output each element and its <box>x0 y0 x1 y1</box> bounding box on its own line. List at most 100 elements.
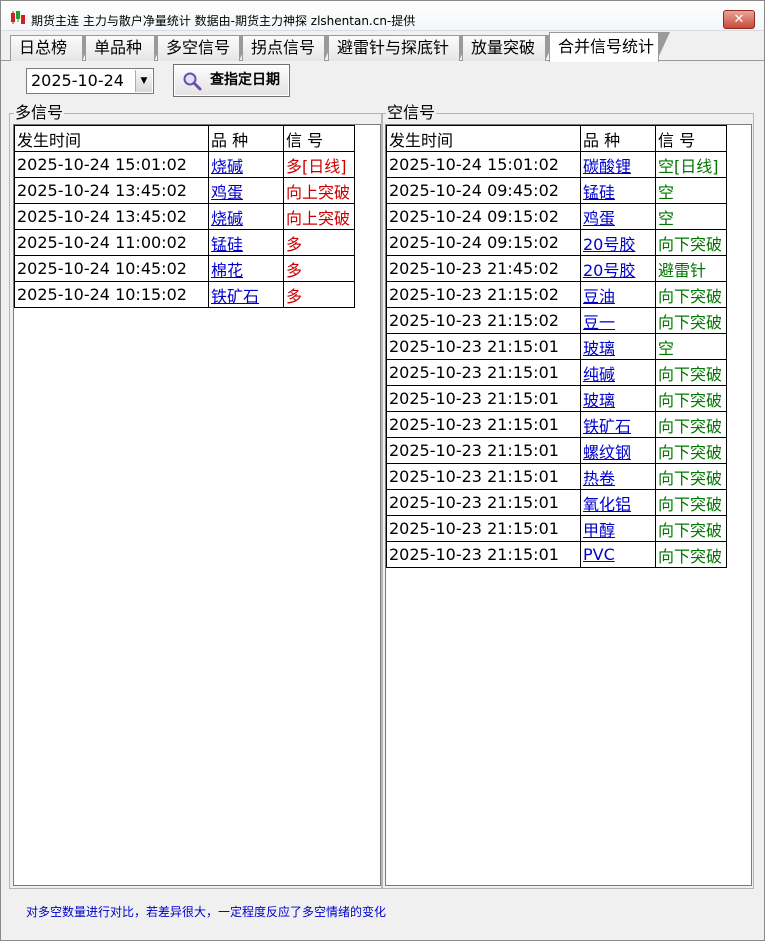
table-row[interactable]: 2025-10-24 11:00:02 锰硅 多 <box>14 229 355 256</box>
table-row[interactable]: 2025-10-24 10:45:02 棉花 多 <box>14 255 355 282</box>
cell-time: 2025-10-23 21:45:02 <box>386 255 581 282</box>
table-header-row: 发生时间 品 种 信 号 <box>14 125 355 152</box>
cell-product: 鸡蛋 <box>208 177 284 204</box>
table-row[interactable]: 2025-10-24 13:45:02 鸡蛋 向上突破 <box>14 177 355 204</box>
cell-time: 2025-10-23 21:15:02 <box>386 307 581 334</box>
product-link[interactable]: 豆一 <box>583 313 615 332</box>
cell-product: 锰硅 <box>208 229 284 256</box>
table-row[interactable]: 2025-10-24 15:01:02 碳酸锂 空[日线] <box>386 151 727 178</box>
table-row[interactable]: 2025-10-23 21:15:01 铁矿石 向下突破 <box>386 411 727 438</box>
cell-product: 纯碱 <box>580 359 656 386</box>
cell-time: 2025-10-24 09:15:02 <box>386 203 581 230</box>
long-signal-grid[interactable]: 发生时间 品 种 信 号 2025-10-24 15:01:02 烧碱 多[日线] 2… <box>13 124 381 886</box>
product-link[interactable]: 玻璃 <box>583 391 615 410</box>
window-title: 期货主连 主力与散户净量统计 数据由-期货主力神探 zlshentan.cn-提… <box>31 14 416 28</box>
table-row[interactable]: 2025-10-23 21:15:01 甲醇 向下突破 <box>386 515 727 542</box>
tab-label: 拐点信号 <box>251 38 316 57</box>
table-row[interactable]: 2025-10-24 15:01:02 烧碱 多[日线] <box>14 151 355 178</box>
tab-combined-signal-stats[interactable]: 合并信号统计 <box>549 32 670 62</box>
product-link[interactable]: 锰硅 <box>211 235 243 254</box>
cell-signal: 多 <box>283 229 355 256</box>
date-picker[interactable]: 2025-10-24 ▼ <box>26 68 154 94</box>
table-row[interactable]: 2025-10-23 21:15:01 热卷 向下突破 <box>386 463 727 490</box>
product-link[interactable]: 棉花 <box>211 261 243 280</box>
cell-product: 烧碱 <box>208 151 284 178</box>
cell-signal: 空[日线] <box>655 151 727 178</box>
product-link[interactable]: 烧碱 <box>211 209 243 228</box>
header-time: 发生时间 <box>386 125 581 152</box>
cell-signal: 向下突破 <box>655 281 727 308</box>
cell-signal: 向下突破 <box>655 359 727 386</box>
cell-time: 2025-10-24 10:15:02 <box>14 281 209 308</box>
cell-time: 2025-10-23 21:15:01 <box>386 359 581 386</box>
table-row[interactable]: 2025-10-23 21:15:01 玻璃 向下突破 <box>386 385 727 412</box>
cell-time: 2025-10-23 21:15:01 <box>386 437 581 464</box>
cell-time: 2025-10-24 09:45:02 <box>386 177 581 204</box>
long-signal-panel: 多信号 发生时间 品 种 信 号 2025-10-24 15:01:02 烧碱 多[… <box>9 104 383 889</box>
cell-signal: 向下突破 <box>655 515 727 542</box>
table-header-row: 发生时间 品 种 信 号 <box>386 125 727 152</box>
table-row[interactable]: 2025-10-24 10:15:02 铁矿石 多 <box>14 281 355 308</box>
table-row[interactable]: 2025-10-23 21:45:02 20号胶 避雷针 <box>386 255 727 282</box>
cell-time: 2025-10-24 13:45:02 <box>14 203 209 230</box>
date-value: 2025-10-24 <box>31 71 124 90</box>
product-link[interactable]: 20号胶 <box>583 235 635 254</box>
tab-label: 避雷针与探底针 <box>337 38 450 57</box>
table-row[interactable]: 2025-10-24 09:15:02 鸡蛋 空 <box>386 203 727 230</box>
header-signal: 信 号 <box>655 125 727 152</box>
cell-signal: 空 <box>655 333 727 360</box>
product-link[interactable]: PVC <box>583 545 615 564</box>
product-link[interactable]: 氧化铝 <box>583 495 631 514</box>
cell-signal: 空 <box>655 177 727 204</box>
cell-product: 碳酸锂 <box>580 151 656 178</box>
table-row[interactable]: 2025-10-24 09:45:02 锰硅 空 <box>386 177 727 204</box>
product-link[interactable]: 玻璃 <box>583 339 615 358</box>
cell-signal: 向下突破 <box>655 307 727 334</box>
cell-time: 2025-10-23 21:15:01 <box>386 515 581 542</box>
header-time: 发生时间 <box>14 125 209 152</box>
table-row[interactable]: 2025-10-24 13:45:02 烧碱 向上突破 <box>14 203 355 230</box>
tab-long-short-signal[interactable]: 多空信号 <box>157 35 251 61</box>
app-icon <box>11 11 25 24</box>
product-link[interactable]: 甲醇 <box>583 521 615 540</box>
product-link[interactable]: 鸡蛋 <box>583 209 615 228</box>
cell-time: 2025-10-24 15:01:02 <box>386 151 581 178</box>
tab-single-product[interactable]: 单品种 <box>85 35 166 61</box>
product-link[interactable]: 烧碱 <box>211 157 243 176</box>
footer-note: 对多空数量进行对比，若差异很大，一定程度反应了多空情绪的变化 <box>26 905 387 919</box>
cell-time: 2025-10-23 21:15:01 <box>386 385 581 412</box>
header-signal: 信 号 <box>283 125 355 152</box>
table-row[interactable]: 2025-10-23 21:15:02 豆一 向下突破 <box>386 307 727 334</box>
short-signal-grid[interactable]: 发生时间 品 种 信 号 2025-10-24 15:01:02 碳酸锂 空[日线]… <box>385 124 752 886</box>
cell-product: 玻璃 <box>580 333 656 360</box>
table-row[interactable]: 2025-10-23 21:15:01 氧化铝 向下突破 <box>386 489 727 516</box>
cell-time: 2025-10-23 21:15:01 <box>386 541 581 568</box>
tab-daily-ranking[interactable]: 日总榜 <box>10 35 94 61</box>
tab-lightning-rod-bottom-probe[interactable]: 避雷针与探底针 <box>328 35 471 61</box>
product-link[interactable]: 锰硅 <box>583 183 615 202</box>
product-link[interactable]: 纯碱 <box>583 365 615 384</box>
tab-volume-breakout[interactable]: 放量突破 <box>462 35 557 61</box>
product-link[interactable]: 豆油 <box>583 287 615 306</box>
product-link[interactable]: 铁矿石 <box>211 287 259 306</box>
product-link[interactable]: 热卷 <box>583 469 615 488</box>
table-row[interactable]: 2025-10-23 21:15:01 纯碱 向下突破 <box>386 359 727 386</box>
close-button[interactable]: ✕ <box>723 10 755 29</box>
cell-time: 2025-10-24 09:15:02 <box>386 229 581 256</box>
query-date-button[interactable]: 查指定日期 <box>173 64 290 97</box>
short-panel-title: 空信号 <box>386 103 437 122</box>
product-link[interactable]: 鸡蛋 <box>211 183 243 202</box>
table-row[interactable]: 2025-10-23 21:15:01 玻璃 空 <box>386 333 727 360</box>
cell-product: 锰硅 <box>580 177 656 204</box>
product-link[interactable]: 碳酸锂 <box>583 157 631 176</box>
tab-label: 日总榜 <box>19 38 68 57</box>
table-row[interactable]: 2025-10-23 21:15:01 螺纹钢 向下突破 <box>386 437 727 464</box>
chevron-down-icon[interactable]: ▼ <box>135 70 152 92</box>
product-link[interactable]: 螺纹钢 <box>583 443 631 462</box>
product-link[interactable]: 20号胶 <box>583 261 635 280</box>
table-row[interactable]: 2025-10-23 21:15:02 豆油 向下突破 <box>386 281 727 308</box>
table-row[interactable]: 2025-10-24 09:15:02 20号胶 向下突破 <box>386 229 727 256</box>
tab-turning-point-signal[interactable]: 拐点信号 <box>242 35 336 61</box>
product-link[interactable]: 铁矿石 <box>583 417 631 436</box>
table-row[interactable]: 2025-10-23 21:15:01 PVC 向下突破 <box>386 541 727 568</box>
